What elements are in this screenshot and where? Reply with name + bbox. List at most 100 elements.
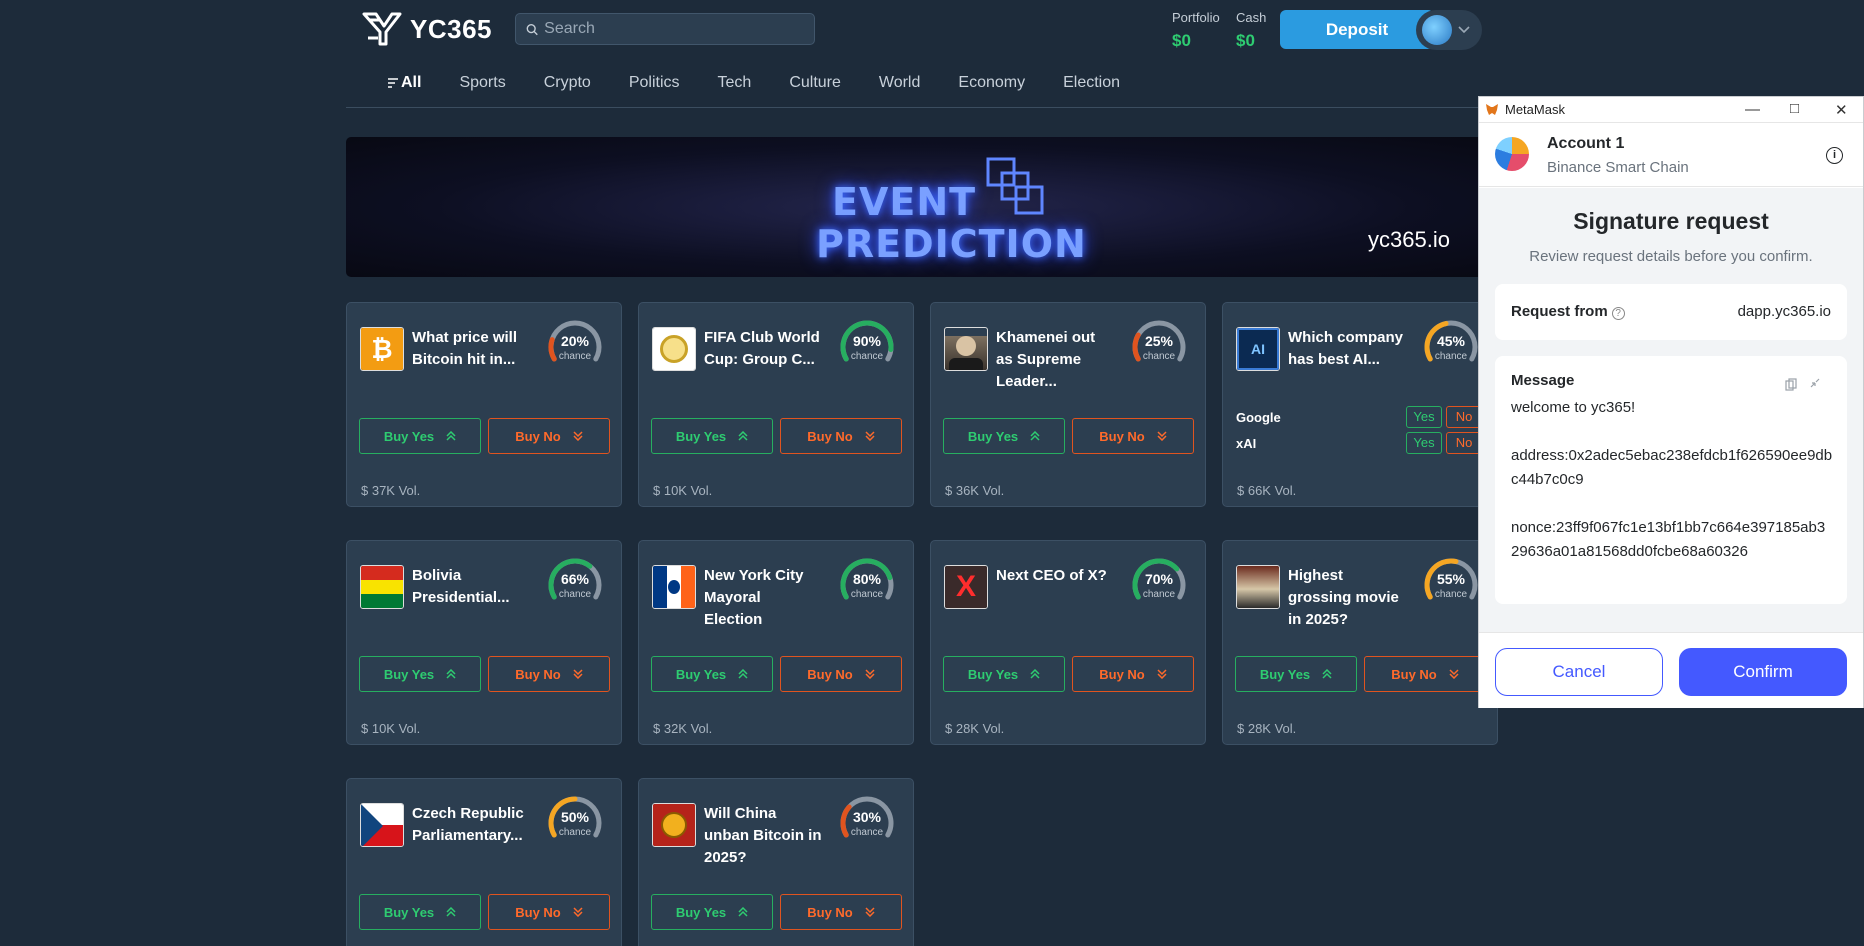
cash-value: $0	[1236, 31, 1255, 50]
close-icon[interactable]: ✕	[1835, 101, 1848, 119]
double-chevron-up-icon	[738, 669, 748, 679]
chance-gauge: 80% chance	[835, 555, 899, 605]
market-card[interactable]: ₿ What price will Bitcoin hit in... 20% …	[346, 302, 622, 507]
buy-yes-button[interactable]: Buy Yes	[943, 418, 1065, 454]
market-title[interactable]: FIFA Club World Cup: Group C...	[704, 327, 822, 371]
buy-no-button[interactable]: Buy No	[780, 418, 902, 454]
minimize-icon[interactable]: —	[1745, 101, 1760, 118]
market-title[interactable]: Khamenei out as Supreme Leader...	[996, 327, 1114, 393]
market-title[interactable]: Which company has best AI...	[1288, 327, 1406, 371]
market-title[interactable]: Bolivia Presidential...	[412, 565, 530, 609]
market-title[interactable]: Next CEO of X?	[996, 565, 1114, 587]
chance-gauge: 25% chance	[1127, 317, 1191, 367]
nav-item-all[interactable]: All	[346, 70, 440, 92]
market-title[interactable]: Will China unban Bitcoin in 2025?	[704, 803, 822, 869]
market-title[interactable]: What price will Bitcoin hit in...	[412, 327, 530, 371]
portfolio-stat[interactable]: Portfolio $0	[1172, 10, 1220, 51]
buy-no-button[interactable]: Buy No	[488, 656, 610, 692]
account-header: Account 1 Binance Smart Chain i	[1479, 123, 1863, 187]
nav-item-world[interactable]: World	[860, 70, 940, 92]
search-icon	[526, 23, 538, 35]
buy-no-button[interactable]: Buy No	[1072, 418, 1194, 454]
option-yes-button[interactable]: Yes	[1406, 406, 1442, 428]
chance-percent: 30%	[852, 809, 882, 825]
metamask-titlebar: MetaMask — □ ✕	[1479, 97, 1863, 123]
x-logo: X	[944, 565, 988, 609]
nav-item-sports[interactable]: Sports	[440, 70, 524, 92]
maximize-icon[interactable]: □	[1790, 100, 1799, 117]
double-chevron-up-icon	[446, 431, 456, 441]
nav-item-culture[interactable]: Culture	[770, 70, 860, 92]
volume-label: $ 32K Vol.	[653, 721, 713, 736]
option-row: Google Yes No	[1236, 406, 1486, 428]
option-no-button[interactable]: No	[1446, 432, 1482, 454]
nav-item-crypto[interactable]: Crypto	[525, 70, 610, 92]
buy-yes-button[interactable]: Buy Yes	[651, 894, 773, 930]
filter-lines-icon	[388, 78, 398, 88]
buy-yes-button[interactable]: Buy Yes	[943, 656, 1065, 692]
volume-label: $ 66K Vol.	[1237, 483, 1297, 498]
search-bar[interactable]	[515, 13, 815, 45]
market-card[interactable]: Highest grossing movie in 2025? 55% chan…	[1222, 540, 1498, 745]
metamask-window-title: MetaMask	[1505, 102, 1565, 117]
option-no-button[interactable]: No	[1446, 406, 1482, 428]
search-input[interactable]	[544, 20, 804, 38]
account-menu-button[interactable]	[1416, 10, 1482, 50]
czech-flag	[360, 803, 404, 847]
copy-icon[interactable]	[1785, 378, 1797, 391]
buy-yes-button[interactable]: Buy Yes	[651, 418, 773, 454]
market-card[interactable]: Khamenei out as Supreme Leader... 25% ch…	[930, 302, 1206, 507]
yc365-logo[interactable]: YC365	[362, 10, 492, 48]
buy-yes-button[interactable]: Buy Yes	[1235, 656, 1357, 692]
buy-yes-button[interactable]: Buy Yes	[359, 894, 481, 930]
confirm-button[interactable]: Confirm	[1679, 648, 1847, 696]
message-box: Message welcome to yc365! address:0x2ade…	[1495, 356, 1847, 604]
market-card[interactable]: New York City Mayoral Election 80% chanc…	[638, 540, 914, 745]
account-avatar	[1495, 137, 1529, 171]
fifa-trophy-icon	[652, 327, 696, 371]
buy-no-button[interactable]: Buy No	[488, 418, 610, 454]
buy-no-button[interactable]: Buy No	[488, 894, 610, 930]
market-title[interactable]: New York City Mayoral Election	[704, 565, 822, 631]
market-title[interactable]: Highest grossing movie in 2025?	[1288, 565, 1406, 631]
option-yes-button[interactable]: Yes	[1406, 432, 1442, 454]
message-label: Message	[1511, 372, 1575, 389]
nav-item-election[interactable]: Election	[1044, 70, 1139, 92]
chance-percent: 55%	[1436, 571, 1466, 587]
cash-stat[interactable]: Cash $0	[1236, 10, 1266, 51]
buy-no-button[interactable]: Buy No	[780, 894, 902, 930]
buy-yes-button[interactable]: Buy Yes	[359, 656, 481, 692]
nav-item-economy[interactable]: Economy	[939, 70, 1044, 92]
nav-item-tech[interactable]: Tech	[699, 70, 771, 92]
buy-no-button[interactable]: Buy No	[1364, 656, 1486, 692]
market-card[interactable]: X Next CEO of X? 70% chance Buy Yes Buy …	[930, 540, 1206, 745]
cancel-button[interactable]: Cancel	[1495, 648, 1663, 696]
market-card[interactable]: Bolivia Presidential... 66% chance Buy Y…	[346, 540, 622, 745]
chance-label: chance	[850, 827, 884, 838]
market-title[interactable]: Czech Republic Parliamentary...	[412, 803, 530, 847]
event-prediction-banner[interactable]: EVENT PREDICTION yc365.io	[346, 137, 1500, 277]
buy-yes-button[interactable]: Buy Yes	[651, 656, 773, 692]
double-chevron-up-icon	[446, 669, 456, 679]
request-from-value: dapp.yc365.io	[1737, 303, 1831, 320]
deposit-button[interactable]: Deposit	[1280, 10, 1434, 49]
volume-label: $ 28K Vol.	[945, 721, 1005, 736]
market-card[interactable]: AI Which company has best AI... 45% chan…	[1222, 302, 1498, 507]
market-card[interactable]: Will China unban Bitcoin in 2025? 30% ch…	[638, 778, 914, 946]
buy-no-button[interactable]: Buy No	[780, 656, 902, 692]
category-nav: All Sports Crypto Politics Tech Culture …	[346, 70, 1500, 108]
double-chevron-up-icon	[738, 907, 748, 917]
info-icon[interactable]: i	[1826, 147, 1843, 164]
chance-label: chance	[558, 351, 592, 362]
volume-label: $ 10K Vol.	[653, 483, 713, 498]
buy-yes-button[interactable]: Buy Yes	[359, 418, 481, 454]
nav-item-politics[interactable]: Politics	[610, 70, 699, 92]
market-card[interactable]: Czech Republic Parliamentary... 50% chan…	[346, 778, 622, 946]
buy-no-button[interactable]: Buy No	[1072, 656, 1194, 692]
portfolio-label: Portfolio	[1172, 10, 1220, 25]
question-icon[interactable]: ?	[1611, 307, 1625, 320]
chance-percent: 50%	[560, 809, 590, 825]
market-card[interactable]: FIFA Club World Cup: Group C... 90% chan…	[638, 302, 914, 507]
collapse-icon[interactable]	[1809, 377, 1821, 389]
request-from-label: Request from?	[1511, 303, 1625, 320]
